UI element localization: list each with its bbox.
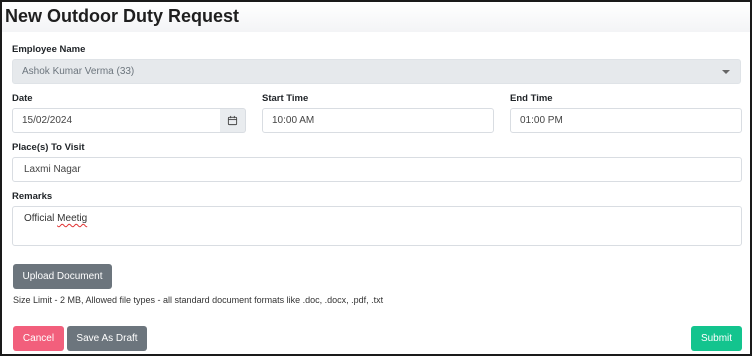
end-time-input[interactable]: 01:00 PM	[510, 108, 742, 133]
employee-name-label: Employee Name	[12, 44, 86, 55]
end-time-value: 01:00 PM	[520, 115, 563, 126]
places-value: Laxmi Nagar	[24, 164, 81, 175]
calendar-button[interactable]	[220, 108, 246, 133]
end-time-label: End Time	[510, 93, 553, 104]
page-title: New Outdoor Duty Request	[5, 6, 240, 26]
start-time-label: Start Time	[262, 93, 309, 104]
upload-hint: Size Limit - 2 MB, Allowed file types - …	[13, 295, 384, 305]
date-value: 15/02/2024	[22, 115, 73, 126]
chevron-down-icon	[722, 70, 730, 74]
start-time-value: 10:00 AM	[272, 115, 315, 126]
calendar-icon	[227, 115, 238, 126]
remarks-textarea[interactable]: Official Meetig	[12, 206, 742, 246]
cancel-button[interactable]: Cancel	[13, 326, 64, 351]
submit-button[interactable]: Submit	[691, 326, 742, 351]
page-header: New Outdoor Duty Request	[2, 2, 750, 32]
date-label: Date	[12, 93, 33, 104]
remarks-label: Remarks	[12, 191, 53, 202]
misspelled-word: Meetig	[57, 213, 88, 224]
date-input[interactable]: 15/02/2024	[12, 108, 221, 133]
employee-name-value: Ashok Kumar Verma (33)	[22, 66, 135, 77]
start-time-input[interactable]: 10:00 AM	[262, 108, 494, 133]
places-input[interactable]: Laxmi Nagar	[12, 157, 742, 182]
places-label: Place(s) To Visit	[12, 142, 85, 153]
outdoor-duty-form: New Outdoor Duty Request Employee Name A…	[0, 0, 752, 356]
remarks-text: Official Meetig	[24, 213, 88, 224]
save-as-draft-button[interactable]: Save As Draft	[67, 326, 147, 351]
employee-name-select[interactable]: Ashok Kumar Verma (33)	[12, 59, 741, 84]
upload-document-button[interactable]: Upload Document	[13, 264, 112, 289]
